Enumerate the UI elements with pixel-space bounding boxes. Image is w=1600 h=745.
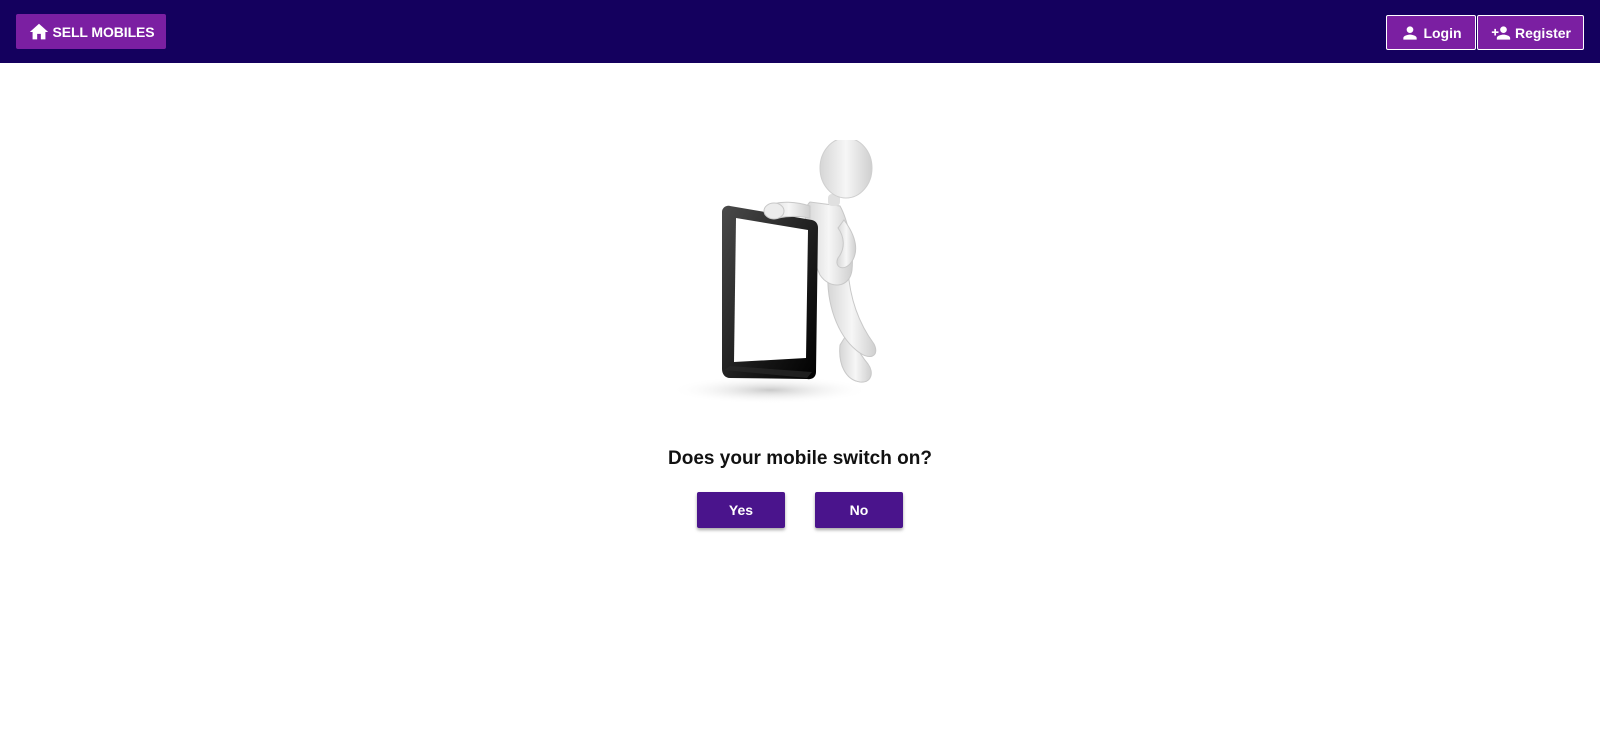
switch-on-question: Does your mobile switch on?: [668, 448, 932, 469]
person-add-icon: [1490, 23, 1512, 43]
register-button-label: Register: [1514, 24, 1572, 41]
sell-mobiles-home-button[interactable]: SELL MOBILES: [16, 14, 166, 49]
figure-with-phone-image: [670, 137, 877, 404]
yes-button[interactable]: Yes: [697, 492, 785, 528]
login-button-label: Login: [1423, 24, 1462, 41]
no-button[interactable]: No: [815, 492, 903, 528]
home-icon: [28, 21, 50, 43]
register-button[interactable]: Register: [1477, 15, 1584, 50]
home-button-label: SELL MOBILES: [52, 23, 155, 40]
top-navbar: SELL MOBILES Login Register: [0, 0, 1600, 63]
person-icon: [1400, 23, 1420, 43]
hero-illustration: [660, 137, 900, 410]
auth-nav: Login Register: [1386, 15, 1584, 50]
login-button[interactable]: Login: [1386, 15, 1476, 50]
